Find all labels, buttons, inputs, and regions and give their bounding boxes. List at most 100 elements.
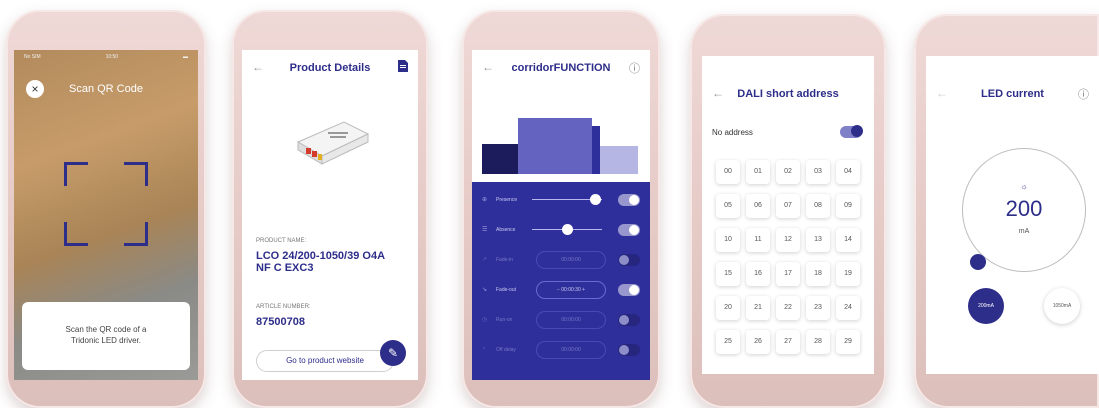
frame-corner (124, 222, 148, 246)
address-cell[interactable]: 11 (746, 228, 770, 252)
off-delay-icon: ◔ (482, 346, 486, 352)
address-cell[interactable]: 07 (776, 194, 800, 218)
light-level-graphic (472, 104, 650, 174)
phone-dali-address: ← DALI short address No address 00 01 02 03… (690, 14, 886, 408)
setting-row-presence: ⊕ Presence (472, 188, 650, 212)
instruction-line: Tridonic LED driver. (71, 336, 141, 345)
address-cell[interactable]: 08 (806, 194, 830, 218)
off-delay-toggle[interactable] (618, 344, 640, 356)
level-bar (482, 144, 518, 174)
address-cell[interactable]: 04 (836, 160, 860, 184)
product-name-line: LCO 24/200-1050/39 O4A (256, 250, 386, 262)
dial-knob[interactable] (970, 254, 986, 270)
lamp-icon: ☼ (1020, 182, 1028, 191)
clock-label: 10:50 (105, 54, 119, 60)
phone-product-details: ← Product Details PRODUCT NAME: LCO 24/2… (232, 10, 428, 408)
presence-toggle[interactable] (618, 194, 640, 206)
no-address-toggle[interactable] (840, 125, 863, 138)
fade-in-icon: ↗ (482, 257, 488, 263)
product-details-screen: ← Product Details PRODUCT NAME: LCO 24/2… (242, 50, 418, 380)
led-current-screen: ← LED current ⓘ ☼ 200 mA 200mA 1050mA (926, 56, 1099, 374)
header: ← LED current ⓘ (926, 76, 1099, 110)
increment-icon[interactable]: + (581, 287, 585, 293)
address-cell[interactable]: 24 (836, 296, 860, 320)
off-delay-time-field[interactable]: 00:00:00 (536, 341, 606, 359)
article-number-value: 87500708 (256, 316, 305, 328)
instruction-line: Scan the QR code of a (65, 325, 147, 334)
level-bar (600, 146, 638, 174)
address-cell[interactable]: 15 (716, 262, 740, 286)
address-cell[interactable]: 25 (716, 330, 740, 354)
address-cell[interactable]: 14 (836, 228, 860, 252)
header: ← Product Details (242, 50, 418, 84)
address-cell[interactable]: 19 (836, 262, 860, 286)
address-cell[interactable]: 23 (806, 296, 830, 320)
address-cell[interactable]: 16 (746, 262, 770, 286)
slider-knob[interactable] (590, 194, 601, 205)
slider-knob[interactable] (562, 224, 573, 235)
phone-scan-qr: No SIM 10:50 ▬ × Scan QR Code Scan the Q… (6, 10, 206, 408)
page-title: corridorFUNCTION (511, 62, 611, 74)
page-title: DALI short address (737, 88, 839, 100)
address-cell[interactable]: 29 (836, 330, 860, 354)
address-cell[interactable]: 02 (776, 160, 800, 184)
current-value: 200 (1005, 196, 1043, 221)
level-bar (592, 126, 600, 174)
address-cell[interactable]: 09 (836, 194, 860, 218)
fade-out-time-field[interactable]: − 00:00:30 + (536, 281, 606, 299)
absence-toggle[interactable] (618, 224, 640, 236)
info-icon[interactable]: ⓘ (629, 60, 640, 76)
setting-label: Absence (496, 227, 516, 233)
preset-min-button[interactable]: 200mA (968, 288, 1004, 324)
fade-in-toggle[interactable] (618, 254, 640, 266)
preset-max-button[interactable]: 1050mA (1044, 288, 1080, 324)
fade-out-toggle[interactable] (618, 284, 640, 296)
battery-icon: ▬ (183, 54, 188, 60)
setting-label: Fade-in (496, 257, 513, 263)
address-cell[interactable]: 12 (776, 228, 800, 252)
address-cell[interactable]: 20 (716, 296, 740, 320)
page-title: LED current (981, 88, 1044, 100)
address-cell[interactable]: 21 (746, 296, 770, 320)
status-bar: No SIM 10:50 ▬ (24, 54, 188, 60)
address-cell[interactable]: 00 (716, 160, 740, 184)
edit-button[interactable]: ✎ (380, 340, 406, 366)
setting-row-run-on: ◷ Run-on 00:00:00 (472, 308, 650, 332)
frame-corner (124, 162, 148, 186)
run-on-icon: ◷ (482, 317, 488, 323)
header: ← corridorFUNCTION ⓘ (472, 50, 650, 84)
address-cell[interactable]: 13 (806, 228, 830, 252)
level-bar (518, 118, 592, 174)
address-cell[interactable]: 27 (776, 330, 800, 354)
led-driver-image (296, 121, 370, 165)
product-website-button[interactable]: Go to product website (256, 350, 394, 372)
run-on-time-field[interactable]: 00:00:00 (536, 311, 606, 329)
setting-label: Run-on (496, 317, 513, 323)
document-icon[interactable] (398, 60, 408, 75)
info-icon[interactable]: ⓘ (1078, 86, 1089, 102)
address-cell[interactable]: 05 (716, 194, 740, 218)
address-cell[interactable]: 18 (806, 262, 830, 286)
setting-row-absence: ☰ Absence (472, 218, 650, 242)
presence-slider[interactable] (532, 194, 602, 205)
page-title: Scan QR Code (69, 83, 143, 95)
address-cell[interactable]: 03 (806, 160, 830, 184)
run-on-toggle[interactable] (618, 314, 640, 326)
no-address-label: No address (712, 128, 753, 137)
address-cell[interactable]: 01 (746, 160, 770, 184)
product-name-line: NF C EXC3 (256, 262, 314, 274)
scan-qr-screen: No SIM 10:50 ▬ × Scan QR Code Scan the Q… (14, 50, 198, 380)
fade-in-time-field[interactable]: 00:00:00 (536, 251, 606, 269)
page-title: Product Details (289, 62, 371, 74)
toggle-knob (629, 225, 639, 235)
address-cell[interactable]: 22 (776, 296, 800, 320)
phone-corridor-function: ← corridorFUNCTION ⓘ ⊕ Presence ☰ Absenc… (462, 10, 660, 408)
setting-row-fade-out: ↘ Fade-out − 00:00:30 + (472, 278, 650, 302)
address-cell[interactable]: 10 (716, 228, 740, 252)
article-number-label: ARTICLE NUMBER: (256, 304, 311, 310)
address-cell[interactable]: 17 (776, 262, 800, 286)
address-cell[interactable]: 06 (746, 194, 770, 218)
address-cell[interactable]: 26 (746, 330, 770, 354)
absence-slider[interactable] (532, 224, 602, 235)
address-cell[interactable]: 28 (806, 330, 830, 354)
